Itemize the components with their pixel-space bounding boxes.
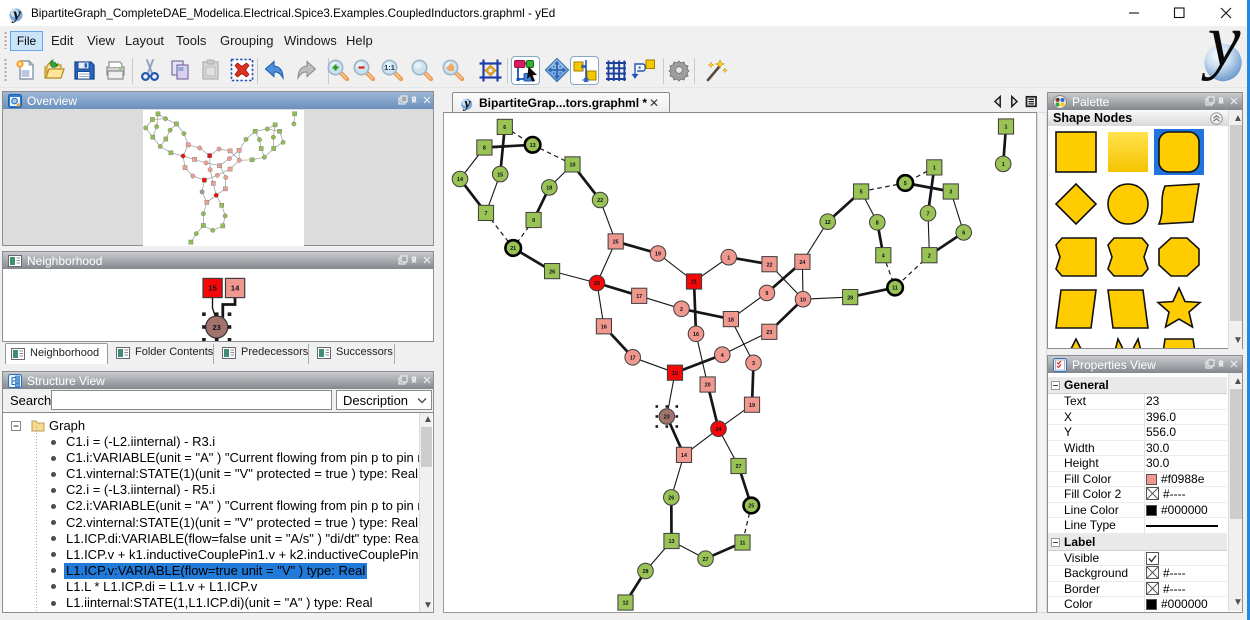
svg-text:28: 28 xyxy=(643,569,649,575)
svg-text:6: 6 xyxy=(962,231,965,237)
svg-text:12: 12 xyxy=(825,220,831,226)
svg-text:25: 25 xyxy=(748,504,754,510)
svg-text:20: 20 xyxy=(594,281,600,287)
svg-text:27: 27 xyxy=(736,464,742,470)
svg-text:9: 9 xyxy=(765,291,768,297)
svg-text:27: 27 xyxy=(703,557,709,563)
svg-text:19: 19 xyxy=(749,403,755,409)
svg-text:14: 14 xyxy=(457,177,463,183)
svg-text:13: 13 xyxy=(530,143,536,149)
svg-text:19: 19 xyxy=(655,252,661,258)
svg-text:7: 7 xyxy=(927,211,930,217)
svg-text:8: 8 xyxy=(876,221,879,227)
svg-text:28: 28 xyxy=(847,295,853,301)
svg-text:21: 21 xyxy=(510,246,516,252)
svg-text:y: y xyxy=(462,96,471,111)
svg-text:18: 18 xyxy=(546,186,552,192)
svg-text:9: 9 xyxy=(532,218,535,224)
svg-text:5: 5 xyxy=(860,190,863,196)
svg-text:6: 6 xyxy=(503,125,506,131)
svg-text:1: 1 xyxy=(933,166,936,172)
svg-text:14: 14 xyxy=(681,453,687,459)
svg-text:16: 16 xyxy=(601,325,607,331)
svg-text:7: 7 xyxy=(485,211,488,217)
svg-text:15: 15 xyxy=(208,284,216,293)
svg-text:15: 15 xyxy=(497,172,503,178)
svg-text:2: 2 xyxy=(928,253,931,259)
svg-text:23: 23 xyxy=(213,323,221,332)
svg-text:22: 22 xyxy=(767,262,773,268)
svg-text:17: 17 xyxy=(636,294,642,300)
svg-text:4: 4 xyxy=(721,353,724,359)
svg-text:14: 14 xyxy=(231,284,240,293)
svg-text:11: 11 xyxy=(892,286,898,292)
svg-text:23: 23 xyxy=(664,415,670,421)
svg-text:17: 17 xyxy=(630,356,636,362)
svg-text:22: 22 xyxy=(597,198,603,204)
svg-text:1: 1 xyxy=(1005,125,1008,131)
svg-text:2: 2 xyxy=(680,307,683,313)
svg-text:1: 1 xyxy=(1002,162,1005,168)
svg-text:26: 26 xyxy=(549,269,555,275)
svg-text:24: 24 xyxy=(799,260,805,266)
svg-text:y: y xyxy=(11,5,21,24)
svg-text:10: 10 xyxy=(570,163,576,169)
svg-text:20: 20 xyxy=(705,383,711,389)
svg-text:25: 25 xyxy=(613,240,619,246)
svg-text:3: 3 xyxy=(752,361,755,367)
svg-text:1:1: 1:1 xyxy=(384,63,395,72)
svg-text:26: 26 xyxy=(668,496,674,502)
svg-text:11: 11 xyxy=(740,541,746,547)
svg-text:12: 12 xyxy=(623,601,629,607)
svg-text:15: 15 xyxy=(672,371,678,377)
svg-text:10: 10 xyxy=(800,297,806,303)
svg-text:18: 18 xyxy=(728,317,734,323)
svg-text:1: 1 xyxy=(727,255,730,261)
svg-text:16: 16 xyxy=(693,332,699,338)
svg-text:4: 4 xyxy=(882,253,885,259)
svg-text:24: 24 xyxy=(716,427,722,433)
svg-text:3: 3 xyxy=(949,190,952,196)
svg-text:21: 21 xyxy=(691,280,697,286)
svg-text:5: 5 xyxy=(904,181,907,187)
svg-text:8: 8 xyxy=(483,146,486,152)
svg-text:23: 23 xyxy=(766,330,772,336)
svg-text:13: 13 xyxy=(669,539,675,545)
